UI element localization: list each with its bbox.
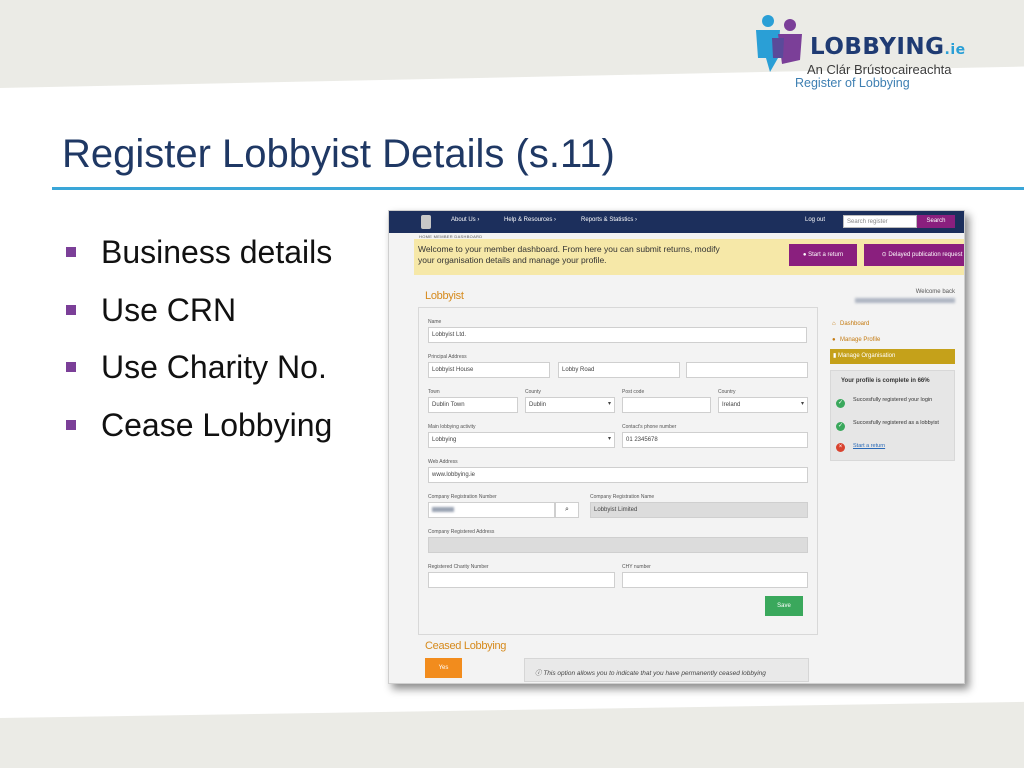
ceased-lobbying-title: Ceased Lobbying xyxy=(425,640,507,652)
postcode-field[interactable] xyxy=(622,397,711,413)
activity-select[interactable]: Lobbying xyxy=(428,432,615,448)
profile-step-lobbyist: Succesfully registered as a lobbyist xyxy=(853,420,939,426)
bullet-item: Use CRN xyxy=(64,290,332,348)
delayed-publication-button[interactable]: ⊙ Delayed publication request xyxy=(864,244,964,266)
bullet-item: Business details xyxy=(64,232,332,290)
address-line3-field[interactable] xyxy=(686,362,808,378)
web-address-field[interactable]: www.lobbying.ie xyxy=(428,467,808,483)
people-logo-icon xyxy=(756,15,802,72)
slide-title: Register Lobbyist Details (s.11) xyxy=(62,132,615,176)
name-label: Name xyxy=(428,319,442,325)
title-divider xyxy=(52,187,1024,190)
name-field[interactable]: Lobbyist Ltd. xyxy=(428,327,807,343)
registered-address-field xyxy=(428,537,808,553)
web-label: Web Address xyxy=(428,459,458,465)
sidebar-link-manage-profile[interactable]: ● Manage Profile xyxy=(832,337,880,343)
crn-name-field: Lobbyist Limited xyxy=(590,502,808,518)
county-select[interactable]: Dublin xyxy=(525,397,615,413)
save-button[interactable]: Save xyxy=(765,596,803,616)
check-icon: ✓ xyxy=(836,422,845,431)
profile-completion-title: Your profile is complete in 66% xyxy=(841,378,930,384)
postcode-label: Post code xyxy=(622,389,645,395)
logo-subtitle-irish: An Clár Brústocaireachta xyxy=(807,62,952,77)
chy-number-label: CHY number xyxy=(622,564,651,570)
charity-number-field[interactable] xyxy=(428,572,615,588)
ceased-notice: ⓘ This option allows you to indicate tha… xyxy=(524,658,809,682)
nav-help-resources[interactable]: Help & Resources › xyxy=(504,217,556,223)
town-field[interactable]: Dublin Town xyxy=(428,397,518,413)
lobbyist-section-title: Lobbyist xyxy=(425,290,464,302)
profile-step-login: Succesfully registered your login xyxy=(853,397,933,403)
lobbyist-form: Name Lobbyist Ltd. Principal Address Lob… xyxy=(418,307,818,635)
crn-label: Company Registration Number xyxy=(428,494,497,500)
bullet-item: Cease Lobbying xyxy=(64,405,332,463)
welcome-message: Welcome to your member dashboard. From h… xyxy=(418,244,720,265)
profile-completion-box: Your profile is complete in 66% ✓ Succes… xyxy=(830,370,955,461)
top-nav-bar: About Us › Help & Resources › Reports & … xyxy=(389,211,964,233)
user-icon: ● xyxy=(832,337,836,343)
lobbying-logo: LOBBYING.ie An Clár Brústocaireachta Reg… xyxy=(752,14,992,94)
bullet-square-icon xyxy=(66,362,76,372)
redacted-crn xyxy=(432,507,454,512)
bullet-list: Business details Use CRN Use Charity No.… xyxy=(64,232,332,462)
charity-number-label: Registered Charity Number xyxy=(428,564,489,570)
country-label: Country xyxy=(718,389,736,395)
logout-link[interactable]: Log out xyxy=(805,217,825,223)
phone-field[interactable]: 01 2345678 xyxy=(622,432,808,448)
search-button[interactable]: Search xyxy=(917,215,955,228)
sidebar-link-dashboard[interactable]: ⌂ Dashboard xyxy=(832,321,869,327)
harp-crest-icon xyxy=(421,215,431,229)
crn-name-label: Company Registration Name xyxy=(590,494,655,500)
town-label: Town xyxy=(428,389,440,395)
logo-name: LOBBYING.ie xyxy=(810,34,966,60)
phone-label: Contact's phone number xyxy=(622,424,677,430)
cross-icon: × xyxy=(836,443,845,452)
bullet-square-icon xyxy=(66,419,76,430)
search-input[interactable]: Search register xyxy=(843,215,917,228)
start-return-button[interactable]: ● Start a return xyxy=(789,244,857,266)
chy-number-field[interactable] xyxy=(622,572,808,588)
address-line2-field[interactable]: Lobby Road xyxy=(558,362,680,378)
redacted-email xyxy=(855,298,955,303)
address-line1-field[interactable]: Lobbyist House xyxy=(428,362,550,378)
logo-tld: .ie xyxy=(944,42,966,58)
crn-field[interactable] xyxy=(428,502,555,518)
welcome-back-text: Welcome back xyxy=(915,289,955,295)
nav-about-us[interactable]: About Us › xyxy=(451,217,479,223)
activity-label: Main lobbying activity xyxy=(428,424,476,430)
welcome-banner: Welcome to your member dashboard. From h… xyxy=(414,239,964,275)
bottom-background-band xyxy=(0,700,1024,768)
bullet-square-icon xyxy=(66,247,76,257)
check-icon: ✓ xyxy=(836,399,845,408)
bullet-item: Use Charity No. xyxy=(64,347,332,405)
sidebar-link-manage-organisation[interactable]: ▮ Manage Organisation xyxy=(830,349,955,364)
logo-subtitle-english: Register of Lobbying xyxy=(795,76,910,90)
ceased-yes-button[interactable]: Yes xyxy=(425,658,462,678)
county-label: County xyxy=(525,389,541,395)
nav-reports-statistics[interactable]: Reports & Statistics › xyxy=(581,217,637,223)
crn-lookup-search-icon[interactable]: ⌕ xyxy=(555,502,579,518)
dashboard-screenshot: About Us › Help & Resources › Reports & … xyxy=(388,210,965,684)
profile-step-start-return-link[interactable]: Start a return xyxy=(853,442,951,451)
bullet-square-icon xyxy=(66,304,76,315)
address-label: Principal Address xyxy=(428,354,467,360)
country-select[interactable]: Ireland xyxy=(718,397,808,413)
home-icon: ⌂ xyxy=(832,321,836,327)
registered-address-label: Company Registered Address xyxy=(428,529,495,535)
